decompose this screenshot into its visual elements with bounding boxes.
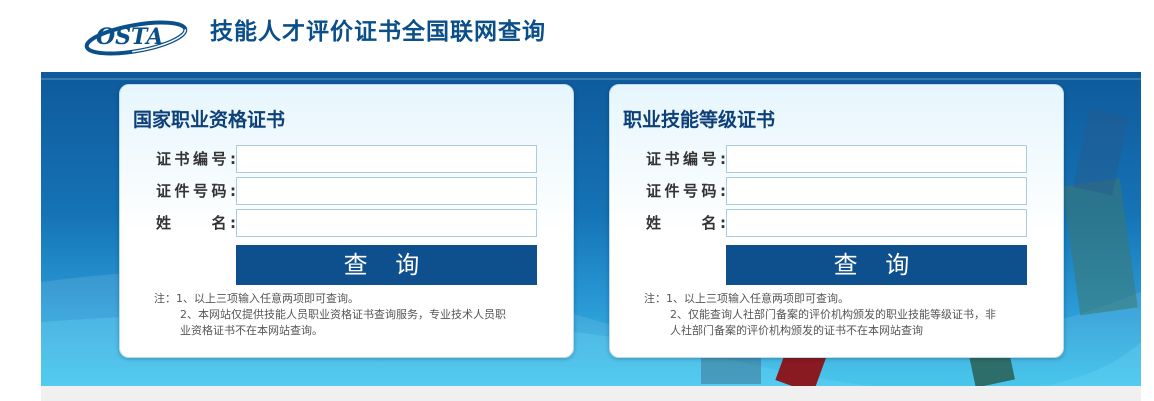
name-label: 姓 名:: [156, 214, 236, 232]
footer-strip: [41, 386, 1141, 401]
notice-text: 注：1、以上三项输入任意两项即可查询。 2、仅能查询人社部门备案的评价机构颁发的…: [644, 291, 1034, 339]
vocational-qualification-card: 国家职业资格证书 证书编号: 证件号码: 姓 名: 查 询 注：1、以上三项输入…: [119, 84, 574, 358]
name-row: 姓 名:: [156, 209, 540, 237]
card-title: 国家职业资格证书: [133, 109, 286, 131]
name-input[interactable]: [236, 209, 537, 237]
cert-number-input[interactable]: [236, 145, 537, 173]
name-row: 姓 名:: [646, 209, 1030, 237]
id-number-row: 证件号码:: [156, 177, 540, 205]
site-title: 技能人才评价证书全国联网查询: [210, 19, 546, 45]
id-number-row: 证件号码:: [646, 177, 1030, 205]
cert-number-input[interactable]: [726, 145, 1027, 173]
cert-number-row: 证书编号:: [156, 145, 540, 173]
id-number-label: 证件号码:: [156, 182, 236, 200]
id-number-label: 证件号码:: [646, 182, 726, 200]
logo-text: OSTA: [96, 24, 163, 50]
cert-number-label: 证书编号:: [646, 150, 726, 168]
site-header: OSTA 技能人才评价证书全国联网查询: [0, 0, 1154, 72]
query-button[interactable]: 查 询: [726, 245, 1027, 285]
notice-line: 注：1、以上三项输入任意两项即可查询。: [644, 292, 849, 305]
cert-number-label: 证书编号:: [156, 150, 236, 168]
notice-line: 注：1、以上三项输入任意两项即可查询。: [154, 292, 359, 305]
name-input[interactable]: [726, 209, 1027, 237]
osta-logo[interactable]: OSTA: [82, 14, 198, 56]
id-number-input[interactable]: [726, 177, 1027, 205]
id-number-input[interactable]: [236, 177, 537, 205]
cert-number-row: 证书编号:: [646, 145, 1030, 173]
notice-text: 注：1、以上三项输入任意两项即可查询。 2、本网站仅提供技能人员职业资格证书查询…: [154, 291, 544, 339]
notice-line: 2、本网站仅提供技能人员职业资格证书查询服务，专业技术人员职: [180, 308, 506, 321]
notice-line: 人社部门备案的评价机构颁发的证书不在本网站查询: [670, 324, 923, 337]
name-label: 姓 名:: [646, 214, 726, 232]
skill-level-card: 职业技能等级证书 证书编号: 证件号码: 姓 名: 查 询 注：1、以上三项输入…: [609, 84, 1064, 358]
notice-line: 2、仅能查询人社部门备案的评价机构颁发的职业技能等级证书，非: [670, 308, 996, 321]
notice-line: 业资格证书不在本网站查询。: [180, 324, 323, 337]
query-button[interactable]: 查 询: [236, 245, 537, 285]
card-title: 职业技能等级证书: [623, 109, 776, 131]
